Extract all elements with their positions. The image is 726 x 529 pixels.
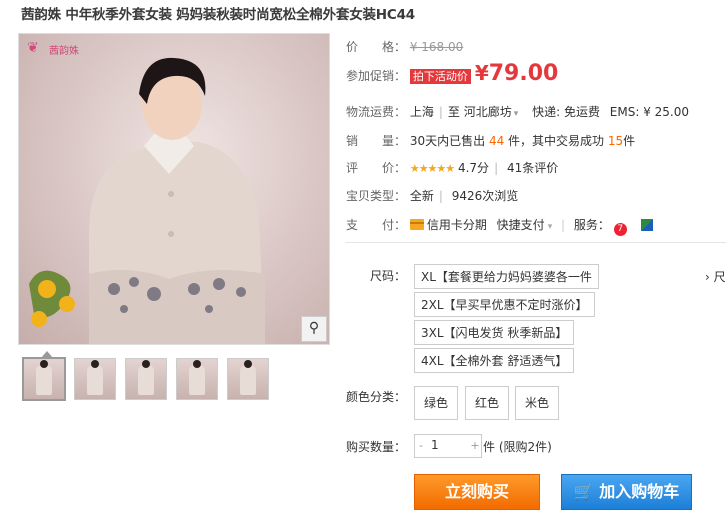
shipping-row: 物流运费： 上海 | 至 河北廊坊 ▾ 快递: 免运费 EMS: ¥ 25.00 <box>346 105 690 119</box>
promo-currency: ¥ <box>474 61 489 85</box>
cart-icon: 🛒 <box>573 482 594 501</box>
ship-to-sep: 至 <box>447 105 460 119</box>
rating-label: 评 价： <box>346 161 407 175</box>
main-product-image[interactable]: ❦ 茜韵姝 ⚲ <box>18 33 330 345</box>
color-label: 颜色分类： <box>346 390 407 404</box>
rating-row: 评 价： ★★★★★ 4.7分 | 41条评价 <box>346 161 559 175</box>
seven-day-return-icon[interactable]: 7 <box>613 223 627 236</box>
price-label: 价 格： <box>346 40 407 54</box>
star-rating-icon: ★★★★★ <box>409 162 455 175</box>
promo-label: 参加促销： <box>346 69 407 83</box>
sales-mid: 件，其中交易成功 <box>508 134 605 148</box>
price-row: 价 格： ¥ 168.00 <box>346 38 463 55</box>
quantity-unit: 件 <box>483 440 496 454</box>
quantity-increase-button[interactable]: + <box>469 435 481 457</box>
payment-row: 支 付： 信用卡分期 快捷支付 ▾ | 服务： 7 <box>346 216 653 236</box>
thumbnail-1[interactable] <box>22 351 66 401</box>
section-divider <box>345 242 726 243</box>
sales-count: 44 <box>488 134 505 148</box>
sales-suffix: 件 <box>623 134 636 148</box>
sales-prefix: 30天内已售出 <box>409 134 486 148</box>
color-option-beige[interactable]: 米色 <box>515 386 559 420</box>
promo-row: 参加促销： 拍下活动价 ¥79.00 <box>346 61 558 86</box>
credit-installment[interactable]: 信用卡分期 <box>427 218 487 232</box>
thumbnail-5[interactable] <box>227 358 269 400</box>
original-price: ¥ 168.00 <box>409 40 464 54</box>
color-option-red[interactable]: 红色 <box>465 386 509 420</box>
sales-label: 销 量： <box>346 134 407 148</box>
sales-success: 15 <box>607 134 624 148</box>
purchase-limit: (限购2件) <box>498 440 552 454</box>
size-option-3xl[interactable]: 3XL【闪电发货 秋季新品】 <box>414 320 575 345</box>
zoom-icon[interactable]: ⚲ <box>301 316 327 342</box>
size-option-2xl[interactable]: 2XL【早买早优惠不定时涨价】 <box>414 292 595 317</box>
payment-label: 支 付： <box>346 218 407 232</box>
add-to-cart-label: 加入购物车 <box>599 482 680 501</box>
selected-arrow-icon <box>41 351 53 358</box>
quantity-decrease-button[interactable]: - <box>415 435 427 457</box>
thumbnail-strip <box>20 351 330 406</box>
type-row: 宝贝类型： 全新 | 9426次浏览 <box>346 189 519 203</box>
size-label: 尺码： <box>370 269 407 283</box>
shipping-label: 物流运费： <box>346 105 407 119</box>
product-title: 茜韵姝 中年秋季外套女装 妈妈装秋装时尚宽松全棉外套女装HC44 <box>21 7 415 23</box>
thumbnail-2[interactable] <box>74 358 116 400</box>
type-label: 宝贝类型： <box>346 189 407 203</box>
quantity-unit-row: 件 (限购2件) <box>483 438 552 455</box>
credit-card-icon <box>409 219 424 230</box>
dropdown-arrow-icon[interactable]: ▾ <box>548 222 553 232</box>
quantity-stepper[interactable]: - 1 + <box>414 434 482 458</box>
review-count-link[interactable]: 41条评价 <box>507 161 558 175</box>
thumbnail-3[interactable] <box>125 358 167 400</box>
size-option-xl[interactable]: XL【套餐更给力妈妈婆婆各一件 <box>414 264 599 289</box>
ems-fee: EMS: ¥ 25.00 <box>609 105 690 119</box>
promo-price: 79.00 <box>488 61 559 86</box>
quick-pay[interactable]: 快捷支付 <box>497 218 545 232</box>
buy-now-button[interactable]: 立刻购买 <box>414 474 540 510</box>
thumbnail-4[interactable] <box>176 358 218 400</box>
ship-from: 上海 <box>409 105 434 119</box>
promo-badge: 拍下活动价 <box>409 69 471 84</box>
sales-row: 销 量： 30天内已售出 44 件，其中交易成功 15件 <box>346 132 635 149</box>
color-option-green[interactable]: 绿色 <box>414 386 458 420</box>
rating-score: 4.7分 <box>457 161 490 175</box>
view-count: 9426次浏览 <box>451 189 519 203</box>
model-photo <box>29 57 265 344</box>
item-condition: 全新 <box>409 189 434 203</box>
size-option-4xl[interactable]: 4XL【全棉外套 舒适透气】 <box>414 348 575 373</box>
quantity-input[interactable]: 1 <box>431 438 439 452</box>
express-fee: 快递: 免运费 <box>532 105 600 119</box>
add-to-cart-button[interactable]: 🛒 加入购物车 <box>561 474 692 510</box>
size-more-link[interactable]: › 尺码 <box>705 268 726 285</box>
quantity-label: 购买数量： <box>346 440 407 454</box>
ship-to-city[interactable]: 河北廊坊 <box>464 105 512 119</box>
service-label: 服务： <box>573 218 610 232</box>
guarantee-icon[interactable] <box>640 219 653 231</box>
chevron-down-icon[interactable]: ▾ <box>514 109 519 119</box>
